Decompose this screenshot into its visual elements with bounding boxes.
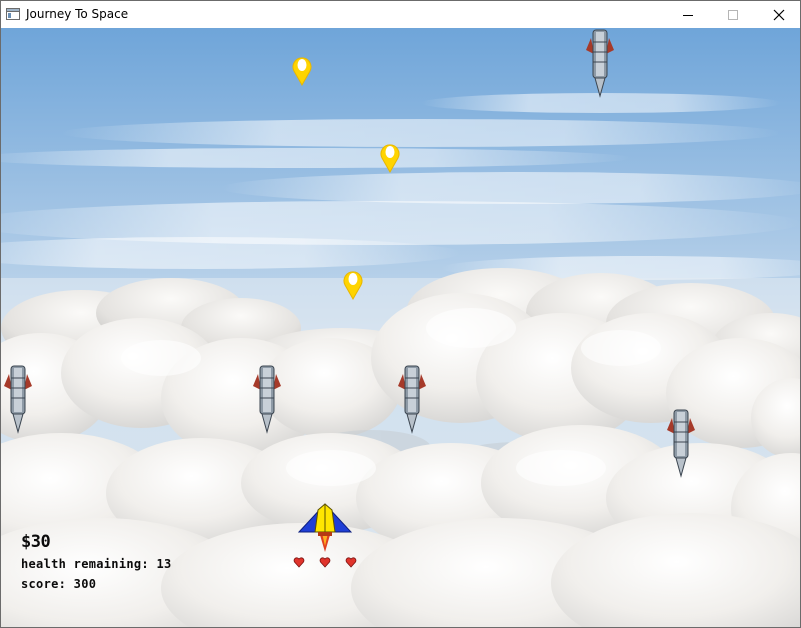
heart-icon: [293, 557, 305, 568]
lives-hearts: [293, 557, 357, 568]
money-display: $30: [21, 532, 51, 552]
window-title: Journey To Space: [26, 7, 129, 21]
minimize-button[interactable]: [665, 1, 711, 28]
health-display: health remaining: 13: [21, 557, 172, 571]
game-canvas[interactable]: $30 health remaining: 13 score: 300: [1, 28, 800, 627]
sky-background: [1, 28, 800, 627]
close-button[interactable]: [756, 1, 800, 28]
bullet-sprite: [343, 271, 363, 301]
bullet-sprite: [292, 57, 312, 87]
maximize-button[interactable]: [710, 1, 756, 28]
enemy-rocket: [253, 365, 281, 434]
heart-icon: [319, 557, 331, 568]
maximize-icon: [728, 9, 738, 20]
enemy-rocket: [4, 365, 32, 434]
minimize-icon: [683, 14, 693, 16]
score-display: score: 300: [21, 577, 97, 591]
app-window-icon: [6, 8, 20, 20]
title-bar[interactable]: Journey To Space: [1, 1, 800, 28]
enemy-rocket: [398, 365, 426, 434]
heart-icon: [345, 557, 357, 568]
game-window: Journey To Space $30 health remaining: 1…: [0, 0, 801, 628]
player-ship[interactable]: [298, 501, 352, 553]
close-icon: [773, 9, 785, 20]
enemy-rocket: [667, 409, 695, 478]
bullet-sprite: [380, 144, 400, 174]
enemy-rocket: [586, 29, 614, 98]
